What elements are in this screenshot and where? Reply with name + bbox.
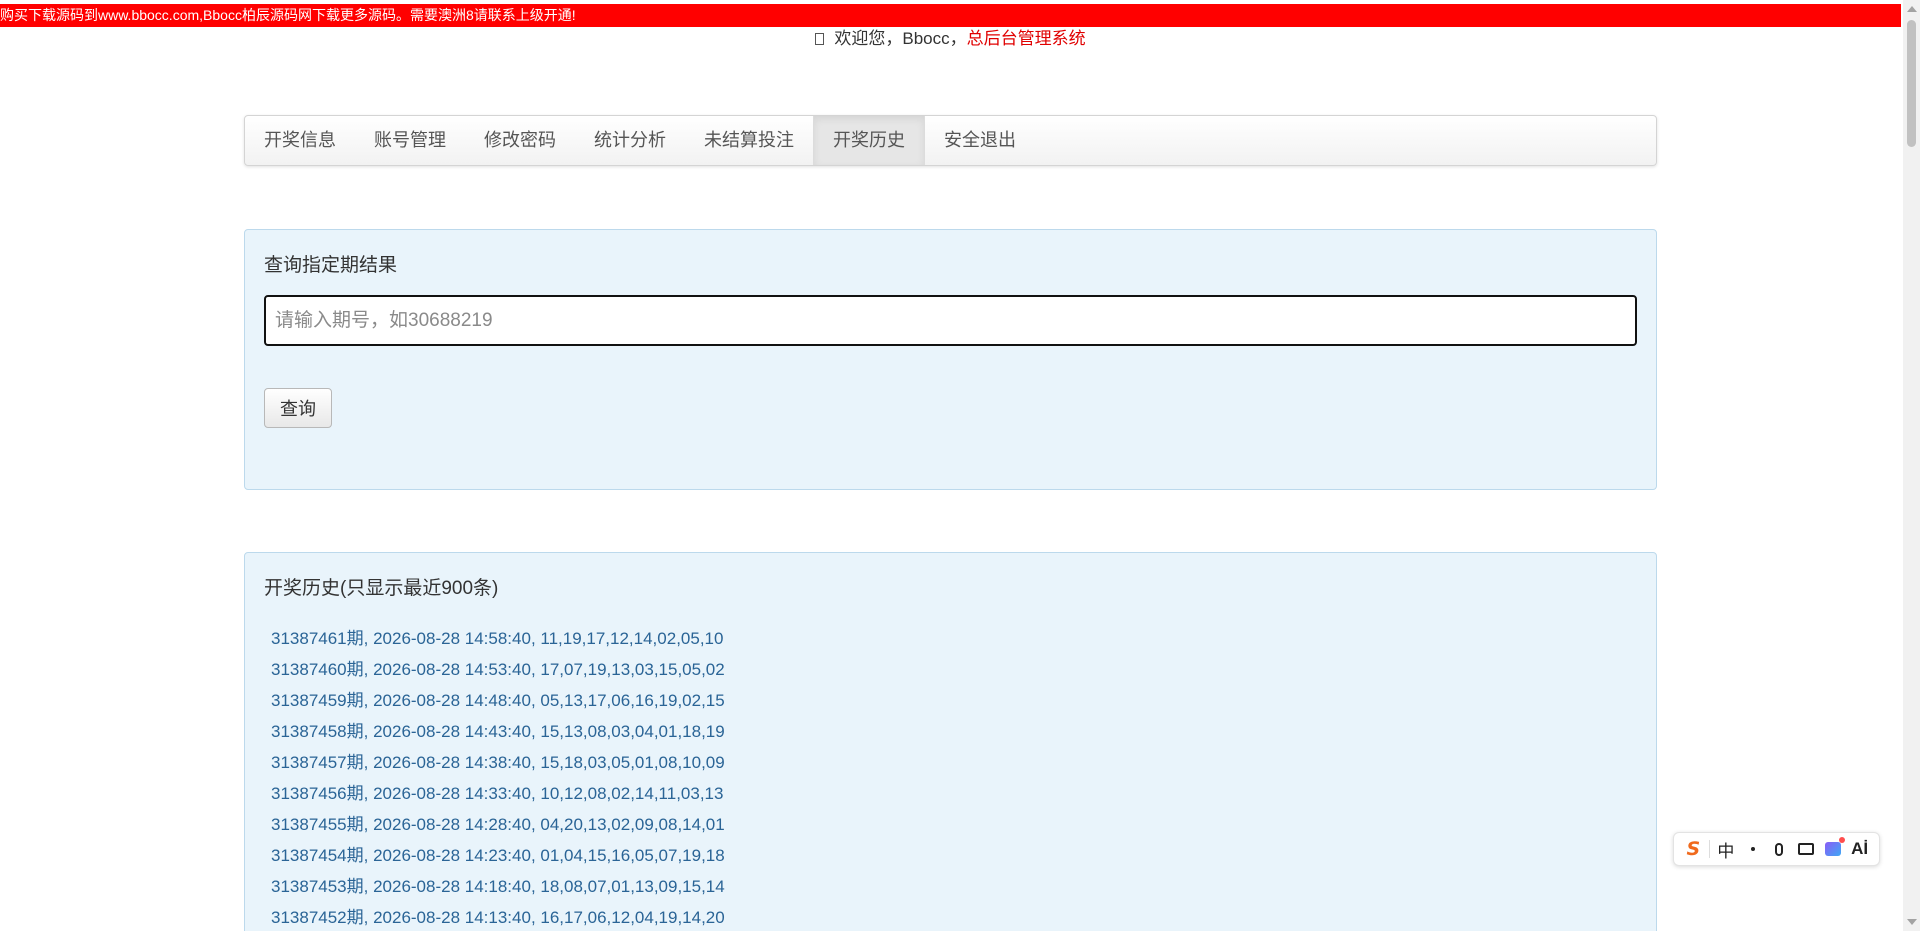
history-row: 31387458期, 2026-08-28 14:43:40, 15,13,08…	[271, 722, 725, 741]
history-row: 31387454期, 2026-08-28 14:23:40, 01,04,15…	[271, 846, 725, 865]
main-nav: 开奖信息 账号管理 修改密码 统计分析 未结算投注 开奖历史 安全退出	[244, 115, 1657, 166]
history-row: 31387457期, 2026-08-28 14:38:40, 15,18,03…	[271, 753, 725, 772]
history-row: 31387455期, 2026-08-28 14:28:40, 04,20,13…	[271, 815, 725, 834]
ai-assistant-button[interactable]: Aİ	[1849, 838, 1871, 860]
ime-mode-toggle[interactable]: 中	[1715, 838, 1737, 861]
welcome-line: 欢迎您，Bbocc，总后台管理系统	[0, 27, 1901, 51]
history-row: 31387460期, 2026-08-28 14:53:40, 17,07,19…	[271, 660, 725, 679]
nav-item-change-password[interactable]: 修改密码	[465, 116, 575, 165]
scroll-down-arrow-icon[interactable]	[1907, 919, 1917, 925]
nav-item-draw-history[interactable]: 开奖历史	[813, 116, 925, 165]
history-list: 31387461期, 2026-08-28 14:58:40, 11,19,17…	[271, 623, 725, 931]
scroll-thumb[interactable]	[1907, 20, 1916, 147]
ime-logo-icon[interactable]: S	[1682, 838, 1704, 860]
ime-toolbar: S 中 Aİ	[1673, 832, 1880, 866]
query-panel-title: 查询指定期结果	[264, 255, 398, 276]
punctuation-icon[interactable]	[1742, 838, 1764, 860]
keyboard-icon[interactable]	[1795, 838, 1817, 860]
microphone-icon[interactable]	[1768, 838, 1790, 860]
ime-separator	[1709, 840, 1711, 858]
nav-item-logout[interactable]: 安全退出	[925, 116, 1035, 165]
nav-item-unsettled-bets[interactable]: 未结算投注	[685, 116, 813, 165]
history-row: 31387461期, 2026-08-28 14:58:40, 11,19,17…	[271, 629, 724, 648]
query-panel: 查询指定期结果 查询	[244, 229, 1657, 490]
history-row: 31387453期, 2026-08-28 14:18:40, 18,08,07…	[271, 877, 725, 896]
welcome-text: 欢迎您，Bbocc，	[834, 29, 967, 48]
period-number-input[interactable]	[264, 295, 1637, 346]
scroll-up-arrow-icon[interactable]	[1907, 6, 1917, 12]
nav-item-statistics[interactable]: 统计分析	[575, 116, 685, 165]
notice-bar: 购买下载源码到www.bbocc.com,Bbocc柏辰源码网下载更多源码。需要…	[0, 4, 1901, 27]
history-row: 31387456期, 2026-08-28 14:33:40, 10,12,08…	[271, 784, 724, 803]
query-button[interactable]: 查询	[264, 388, 332, 428]
page-scrollbar[interactable]	[1903, 0, 1920, 931]
skin-icon[interactable]	[1822, 837, 1845, 860]
nav-item-account-management[interactable]: 账号管理	[355, 116, 465, 165]
system-name-link[interactable]: 总后台管理系统	[967, 29, 1086, 48]
history-panel-title: 开奖历史(只显示最近900条)	[264, 578, 499, 599]
history-row: 31387459期, 2026-08-28 14:48:40, 05,13,17…	[271, 691, 725, 710]
history-panel: 开奖历史(只显示最近900条) 31387461期, 2026-08-28 14…	[244, 552, 1657, 931]
user-icon	[815, 33, 825, 45]
history-row: 31387452期, 2026-08-28 14:13:40, 16,17,06…	[271, 908, 725, 927]
nav-item-draw-info[interactable]: 开奖信息	[245, 116, 355, 165]
